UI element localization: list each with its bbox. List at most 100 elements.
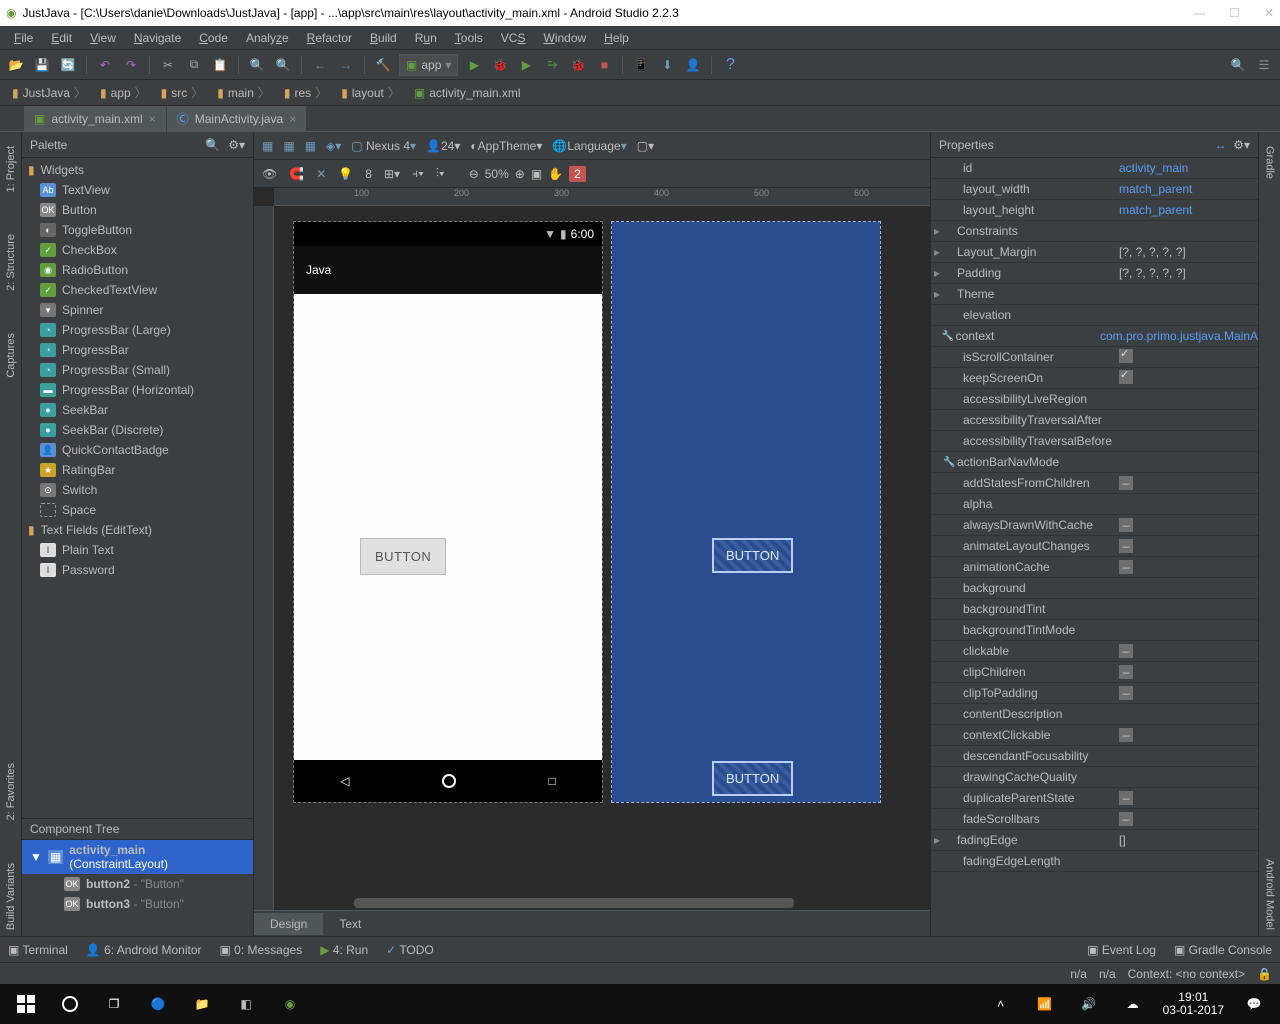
menu-run[interactable]: Run <box>407 29 445 47</box>
menu-code[interactable]: Code <box>191 29 236 47</box>
property-row[interactable]: addStatesFromChildren– <box>931 473 1258 494</box>
preview-button[interactable]: BUTTON <box>360 538 446 575</box>
property-row[interactable]: background <box>931 578 1258 599</box>
palette-item[interactable]: ★RatingBar <box>22 460 253 480</box>
property-row[interactable]: 🔧contextcom.pro.primo.justjava.MainA <box>931 326 1258 347</box>
cortana-icon[interactable] <box>48 984 92 1024</box>
make-icon[interactable]: 🔨 <box>373 55 393 75</box>
property-row[interactable]: contextClickable– <box>931 725 1258 746</box>
property-row[interactable]: accessibilityTraversalBefore <box>931 431 1258 452</box>
tree-button3[interactable]: OK button3 - "Button" <box>22 894 253 914</box>
tree-root[interactable]: ▼▦ activity_main (ConstraintLayout) <box>22 840 253 874</box>
blueprint-button2[interactable]: BUTTON <box>712 761 793 796</box>
palette-item[interactable]: IPlain Text <box>22 540 253 560</box>
menu-navigate[interactable]: Navigate <box>126 29 189 47</box>
palette-item[interactable]: ⊙Switch <box>22 480 253 500</box>
component-tree[interactable]: ▼▦ activity_main (ConstraintLayout) OK b… <box>22 840 253 936</box>
palette-item[interactable]: ◔ProgressBar <box>22 340 253 360</box>
tool-structure[interactable]: 2: Structure <box>5 228 17 297</box>
property-row[interactable]: ▸Layout_Margin[?, ?, ?, ?, ?] <box>931 242 1258 263</box>
property-row[interactable]: fadingEdgeLength <box>931 851 1258 872</box>
palette-search-icon[interactable]: 🔍 <box>205 138 220 152</box>
text-tab[interactable]: Text <box>323 913 377 935</box>
module-selector[interactable]: ▣ app ▾ <box>399 54 458 76</box>
properties-list[interactable]: idactivity_mainlayout_widthmatch_parentl… <box>931 158 1258 936</box>
paste-icon[interactable]: 📋 <box>210 55 230 75</box>
bc-main[interactable]: ▮main〉 <box>211 84 276 101</box>
avd-icon[interactable]: 📱 <box>631 55 651 75</box>
device-selector[interactable]: ▢ Nexus 4▾ <box>351 139 416 153</box>
minimize-button[interactable]: — <box>1193 6 1205 20</box>
blueprint-preview[interactable]: BUTTON BUTTON <box>612 222 880 802</box>
align-icon[interactable]: ⫞▾ <box>412 166 424 181</box>
monitor-icon[interactable]: 👤 <box>683 55 703 75</box>
tool-gradle-console[interactable]: ▣ Gradle Console <box>1174 943 1272 957</box>
api-selector[interactable]: 👤24▾ <box>426 139 460 153</box>
variant-icon[interactable]: ▢▾ <box>637 139 654 153</box>
taskview-icon[interactable]: ❐ <box>92 984 136 1024</box>
sync-icon[interactable]: 🔄 <box>58 55 78 75</box>
maximize-button[interactable]: ☐ <box>1229 6 1240 20</box>
property-row[interactable]: drawingCacheQuality <box>931 767 1258 788</box>
forward-icon[interactable]: → <box>336 55 356 75</box>
pack-icon[interactable]: ⊞▾ <box>384 167 400 181</box>
palette-item[interactable]: AbTextView <box>22 180 253 200</box>
start-button[interactable] <box>4 984 48 1024</box>
menu-help[interactable]: Help <box>596 29 637 47</box>
margin-value[interactable]: 8 <box>365 167 372 181</box>
tray-wifi-icon[interactable]: 📶 <box>1023 984 1067 1024</box>
property-row[interactable]: duplicateParentState– <box>931 788 1258 809</box>
property-row[interactable]: clickable– <box>931 641 1258 662</box>
tool-android-model[interactable]: Android Model <box>1264 853 1276 936</box>
close-tab-icon[interactable]: × <box>149 112 156 126</box>
property-row[interactable]: animationCache– <box>931 557 1258 578</box>
tool-todo[interactable]: ✓ TODO <box>386 943 434 957</box>
tool-favorites[interactable]: 2: Favorites <box>5 757 17 826</box>
replace-icon[interactable]: 🔍 <box>273 55 293 75</box>
property-row[interactable]: ▸Theme <box>931 284 1258 305</box>
palette-item[interactable]: ▬ProgressBar (Horizontal) <box>22 380 253 400</box>
palette-item[interactable]: ▾Spinner <box>22 300 253 320</box>
redo-icon[interactable]: ↷ <box>121 55 141 75</box>
bc-layout[interactable]: ▮layout〉 <box>335 84 406 101</box>
menu-window[interactable]: Window <box>535 29 594 47</box>
palette-item[interactable]: ◔ProgressBar (Large) <box>22 320 253 340</box>
sdk-icon[interactable]: ⬇ <box>657 55 677 75</box>
menu-tools[interactable]: Tools <box>447 29 491 47</box>
canvas-scrollbar[interactable] <box>354 898 794 908</box>
menu-analyze[interactable]: Analyze <box>238 29 297 47</box>
property-row[interactable]: ▸Padding[?, ?, ?, ?, ?] <box>931 263 1258 284</box>
language-selector[interactable]: 🌐Language▾ <box>552 139 626 153</box>
property-row[interactable]: accessibilityLiveRegion <box>931 389 1258 410</box>
zoom-in-icon[interactable]: ⊕ <box>515 167 525 181</box>
taskbar-android-studio[interactable]: ◉ <box>268 984 312 1024</box>
taskbar-clock[interactable]: 19:01 03-01-2017 <box>1155 991 1232 1017</box>
menu-build[interactable]: Build <box>362 29 405 47</box>
property-row[interactable]: layout_widthmatch_parent <box>931 179 1258 200</box>
taskbar-sublime[interactable]: ◧ <box>224 984 268 1024</box>
palette-item[interactable]: ✓CheckedTextView <box>22 280 253 300</box>
guideline-icon[interactable]: ⫶▾ <box>436 166 445 181</box>
undo-icon[interactable]: ↶ <box>95 55 115 75</box>
clear-constraints-icon[interactable]: ✕ <box>316 167 326 181</box>
property-row[interactable]: keepScreenOn <box>931 368 1258 389</box>
eye-icon[interactable]: 👁 <box>262 167 277 181</box>
zoom-fit-icon[interactable]: ▣ <box>531 167 542 181</box>
property-row[interactable]: 🔧actionBarNavMode <box>931 452 1258 473</box>
palette-gear-icon[interactable]: ⚙▾ <box>228 138 245 152</box>
tool-android-monitor[interactable]: 👤 6: Android Monitor <box>86 943 202 957</box>
palette-item[interactable]: ✓CheckBox <box>22 240 253 260</box>
property-row[interactable]: clipChildren– <box>931 662 1258 683</box>
tray-notifications-icon[interactable]: 💬 <box>1232 984 1276 1024</box>
design-canvas[interactable]: 100 200 300 400 500 600 ▼ ▮ 6:00 Java BU… <box>254 188 930 910</box>
menu-vcs[interactable]: VCS <box>493 29 534 47</box>
debug-icon[interactable]: 🐞 <box>490 55 510 75</box>
menu-refactor[interactable]: Refactor <box>299 29 360 47</box>
attach-icon[interactable]: ⥲ <box>542 55 562 75</box>
property-row[interactable]: alpha <box>931 494 1258 515</box>
magnet-icon[interactable]: 🧲 <box>289 167 304 181</box>
tool-gradle[interactable]: Gradle <box>1264 140 1276 185</box>
cut-icon[interactable]: ✂ <box>158 55 178 75</box>
property-row[interactable]: isScrollContainer <box>931 347 1258 368</box>
orientation-icon[interactable]: ◈▾ <box>326 139 341 153</box>
